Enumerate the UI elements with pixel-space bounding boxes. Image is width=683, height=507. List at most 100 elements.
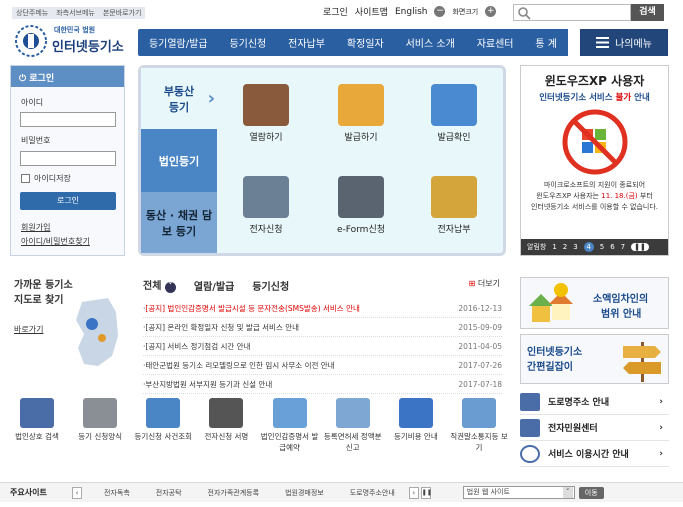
skip-link[interactable]: 좌측서브메뉴 — [56, 8, 95, 18]
quick-link[interactable]: 등기신청 사건조회 — [134, 398, 192, 468]
tab-apply[interactable]: 등기신청 — [252, 278, 289, 293]
password-field[interactable] — [20, 151, 116, 166]
service-hours-link[interactable]: 서비스 이용시간 안내 › — [520, 441, 669, 467]
guide-banner[interactable]: 인터넷등기소 간편길잡이 — [520, 334, 669, 384]
more-link[interactable]: ⊞ 더보기 — [469, 278, 500, 289]
chevron-right-icon: › — [659, 422, 663, 433]
nav-item[interactable]: 자료센터 — [477, 35, 514, 50]
movable-tab[interactable]: 동산 · 채권 담보 등기 — [141, 192, 217, 253]
service-e-apply[interactable]: 전자신청 — [231, 176, 301, 235]
page-1[interactable]: 1 — [552, 243, 556, 251]
service-label: 발급하기 — [344, 133, 378, 143]
corporate-tab[interactable]: 법인등기 — [141, 129, 217, 192]
pause-icon[interactable]: ❚❚ — [631, 243, 649, 251]
quick-link-icon — [20, 398, 54, 428]
util-sitemap[interactable]: 사이트맵 — [355, 5, 388, 18]
search-icon — [518, 7, 531, 20]
search-input[interactable] — [513, 4, 631, 21]
footer-link[interactable]: 전자독촉 — [104, 488, 130, 498]
nav-item[interactable]: 전자납부 — [288, 35, 325, 50]
nav-item[interactable]: 서비스 소개 — [406, 35, 455, 50]
signpost-icon — [623, 342, 661, 382]
zoom-in-icon[interactable]: + — [485, 6, 497, 17]
util-login[interactable]: 로그인 — [323, 5, 348, 18]
id-field[interactable] — [20, 112, 116, 127]
service-view[interactable]: 열람하기 — [231, 84, 301, 143]
skip-link[interactable]: 상단주메뉴 — [16, 8, 48, 18]
nav-item[interactable]: 통 계 — [535, 35, 557, 50]
nav-item[interactable]: 등기신청 — [229, 35, 266, 50]
footer-link[interactable]: 전자가족관계등록 — [208, 488, 260, 498]
logo-title: 인터넷등기소 — [52, 40, 124, 55]
logo-subtitle: 대한민국 법원 — [54, 26, 96, 34]
quick-link[interactable]: 전자신청 서명 — [197, 398, 255, 468]
nav-item[interactable]: 등기열람/발급 — [149, 35, 208, 50]
tab-all[interactable]: 전체 ˅ — [143, 277, 176, 293]
login-button[interactable]: 로그인 — [20, 192, 116, 210]
login-title: 로그인 — [29, 74, 55, 84]
find-account-link[interactable]: 아이디/비밀번호찾기 — [21, 236, 90, 247]
quick-link[interactable]: 법인인감증명서 발급예약 — [261, 398, 319, 468]
site-select[interactable]: 법원 웹 사이트 ˅ — [462, 486, 575, 499]
monitor-icon — [520, 418, 540, 437]
site-logo[interactable]: 대한민국 법원 인터넷등기소 — [14, 24, 134, 60]
login-panel: ⏻ 로그인 아이디 비밀번호 아이디저장 로그인 회원가입 아이디/비밀번호찾기 — [10, 65, 125, 256]
guide-title-1: 인터넷등기소 — [527, 347, 583, 358]
signup-link[interactable]: 회원가입 — [21, 222, 50, 233]
printer-icon — [338, 84, 384, 126]
main-nav: 등기열람/발급 등기신청 전자납부 확정일자 서비스 소개 자료센터 통 계 — [138, 29, 568, 56]
coins-icon — [431, 176, 477, 218]
my-menu-button[interactable]: 나의메뉴 — [580, 29, 668, 56]
page-4-active[interactable]: 4 — [583, 242, 594, 252]
quick-link[interactable]: 등기 신청양식 — [71, 398, 129, 468]
page-5[interactable]: 5 — [600, 243, 604, 251]
footer-link[interactable]: 전자공탁 — [156, 488, 182, 498]
right-links: 도로명주소 안내 › 전자민원센터 › 서비스 이용시간 안내 › — [520, 389, 669, 467]
skip-link[interactable]: 본문바로가기 — [103, 8, 142, 18]
notice-pager: 알림창 1 2 3 4 5 6 7 ❚❚ — [521, 239, 668, 255]
service-payment[interactable]: 전자납부 — [419, 176, 489, 235]
util-english[interactable]: English — [395, 7, 428, 17]
footer-bar: 주요사이트 ‹ 전자독촉 전자공탁 전자가족관계등록 법원경매정보 도로명주소안… — [0, 482, 683, 502]
news-item[interactable]: · [공지] 서비스 정기점검 시간 안내 2011-04-05 — [143, 337, 502, 356]
service-eform[interactable]: e-Form신청 — [326, 176, 396, 235]
go-button[interactable]: 이동 — [578, 486, 604, 499]
news-item[interactable]: · 부산지방법원 서부지원 등기과 신설 안내 2017-07-18 — [143, 375, 502, 394]
tab-issue[interactable]: 열람/발급 — [194, 278, 234, 293]
news-item[interactable]: · [공지] 온라인 확정일자 신청 및 발급 서비스 안내 2015-09-09 — [143, 318, 502, 337]
save-id-checkbox[interactable] — [21, 174, 30, 183]
map-finder[interactable]: 가까운 등기소 지도로 찾기 바로가기 — [14, 276, 124, 376]
no-windows-icon — [562, 109, 627, 175]
nav-item[interactable]: 확정일자 — [347, 35, 384, 50]
prev-icon[interactable]: ‹ — [72, 486, 82, 499]
service-issue[interactable]: 발급하기 — [326, 84, 396, 143]
road-address-link[interactable]: 도로명주소 안내 › — [520, 389, 669, 415]
footer-link[interactable]: 도로명주소안내 — [350, 488, 395, 498]
news-item[interactable]: · [공지] 법인인감증명서 발급시설 등 문자전송(SMS발송) 서비스 안내… — [143, 299, 502, 318]
e-civil-link[interactable]: 전자민원센터 › — [520, 415, 669, 441]
service-verify[interactable]: 발급확인 — [419, 84, 489, 143]
zoom-out-icon[interactable]: − — [434, 6, 446, 17]
notice-banner[interactable]: 윈도우즈XP 사용자 인터넷등기소 서비스 불가 안내 마이크로소프트의 지원이… — [520, 65, 669, 256]
pause-icon[interactable]: ❚❚ — [420, 486, 432, 499]
quick-link[interactable]: 등기비용 안내 — [387, 398, 445, 468]
page-7[interactable]: 7 — [621, 243, 625, 251]
document-view-icon — [243, 84, 289, 126]
page-3[interactable]: 3 — [573, 243, 577, 251]
next-icon[interactable]: › — [408, 486, 419, 499]
news-title: [공지] 서비스 정기점검 시간 안내 — [145, 342, 251, 351]
link-label: 전자민원센터 — [548, 424, 598, 434]
news-item[interactable]: · 태안군법원 등기소 리모델링으로 인한 임시 사무소 이전 안내 2017-0… — [143, 356, 502, 375]
quick-link[interactable]: 직권말소통지등 보기 — [450, 398, 508, 468]
page-6[interactable]: 6 — [610, 243, 614, 251]
monitor-icon — [338, 176, 384, 218]
quick-link[interactable]: 등록면허세 정액분 신고 — [324, 398, 382, 468]
footer-link[interactable]: 법원경매정보 — [285, 488, 324, 498]
page-2[interactable]: 2 — [563, 243, 567, 251]
tenant-range-banner[interactable]: 소액임차인의 범위 안내 — [520, 277, 669, 329]
search-button[interactable]: 검색 — [631, 4, 664, 21]
houses-icon — [529, 283, 573, 322]
realestate-tab[interactable]: 부동산 등기 › — [141, 68, 217, 129]
quick-link-label: 등기신청 사건조회 — [134, 432, 193, 441]
quick-link[interactable]: 법인상호 검색 — [8, 398, 66, 468]
